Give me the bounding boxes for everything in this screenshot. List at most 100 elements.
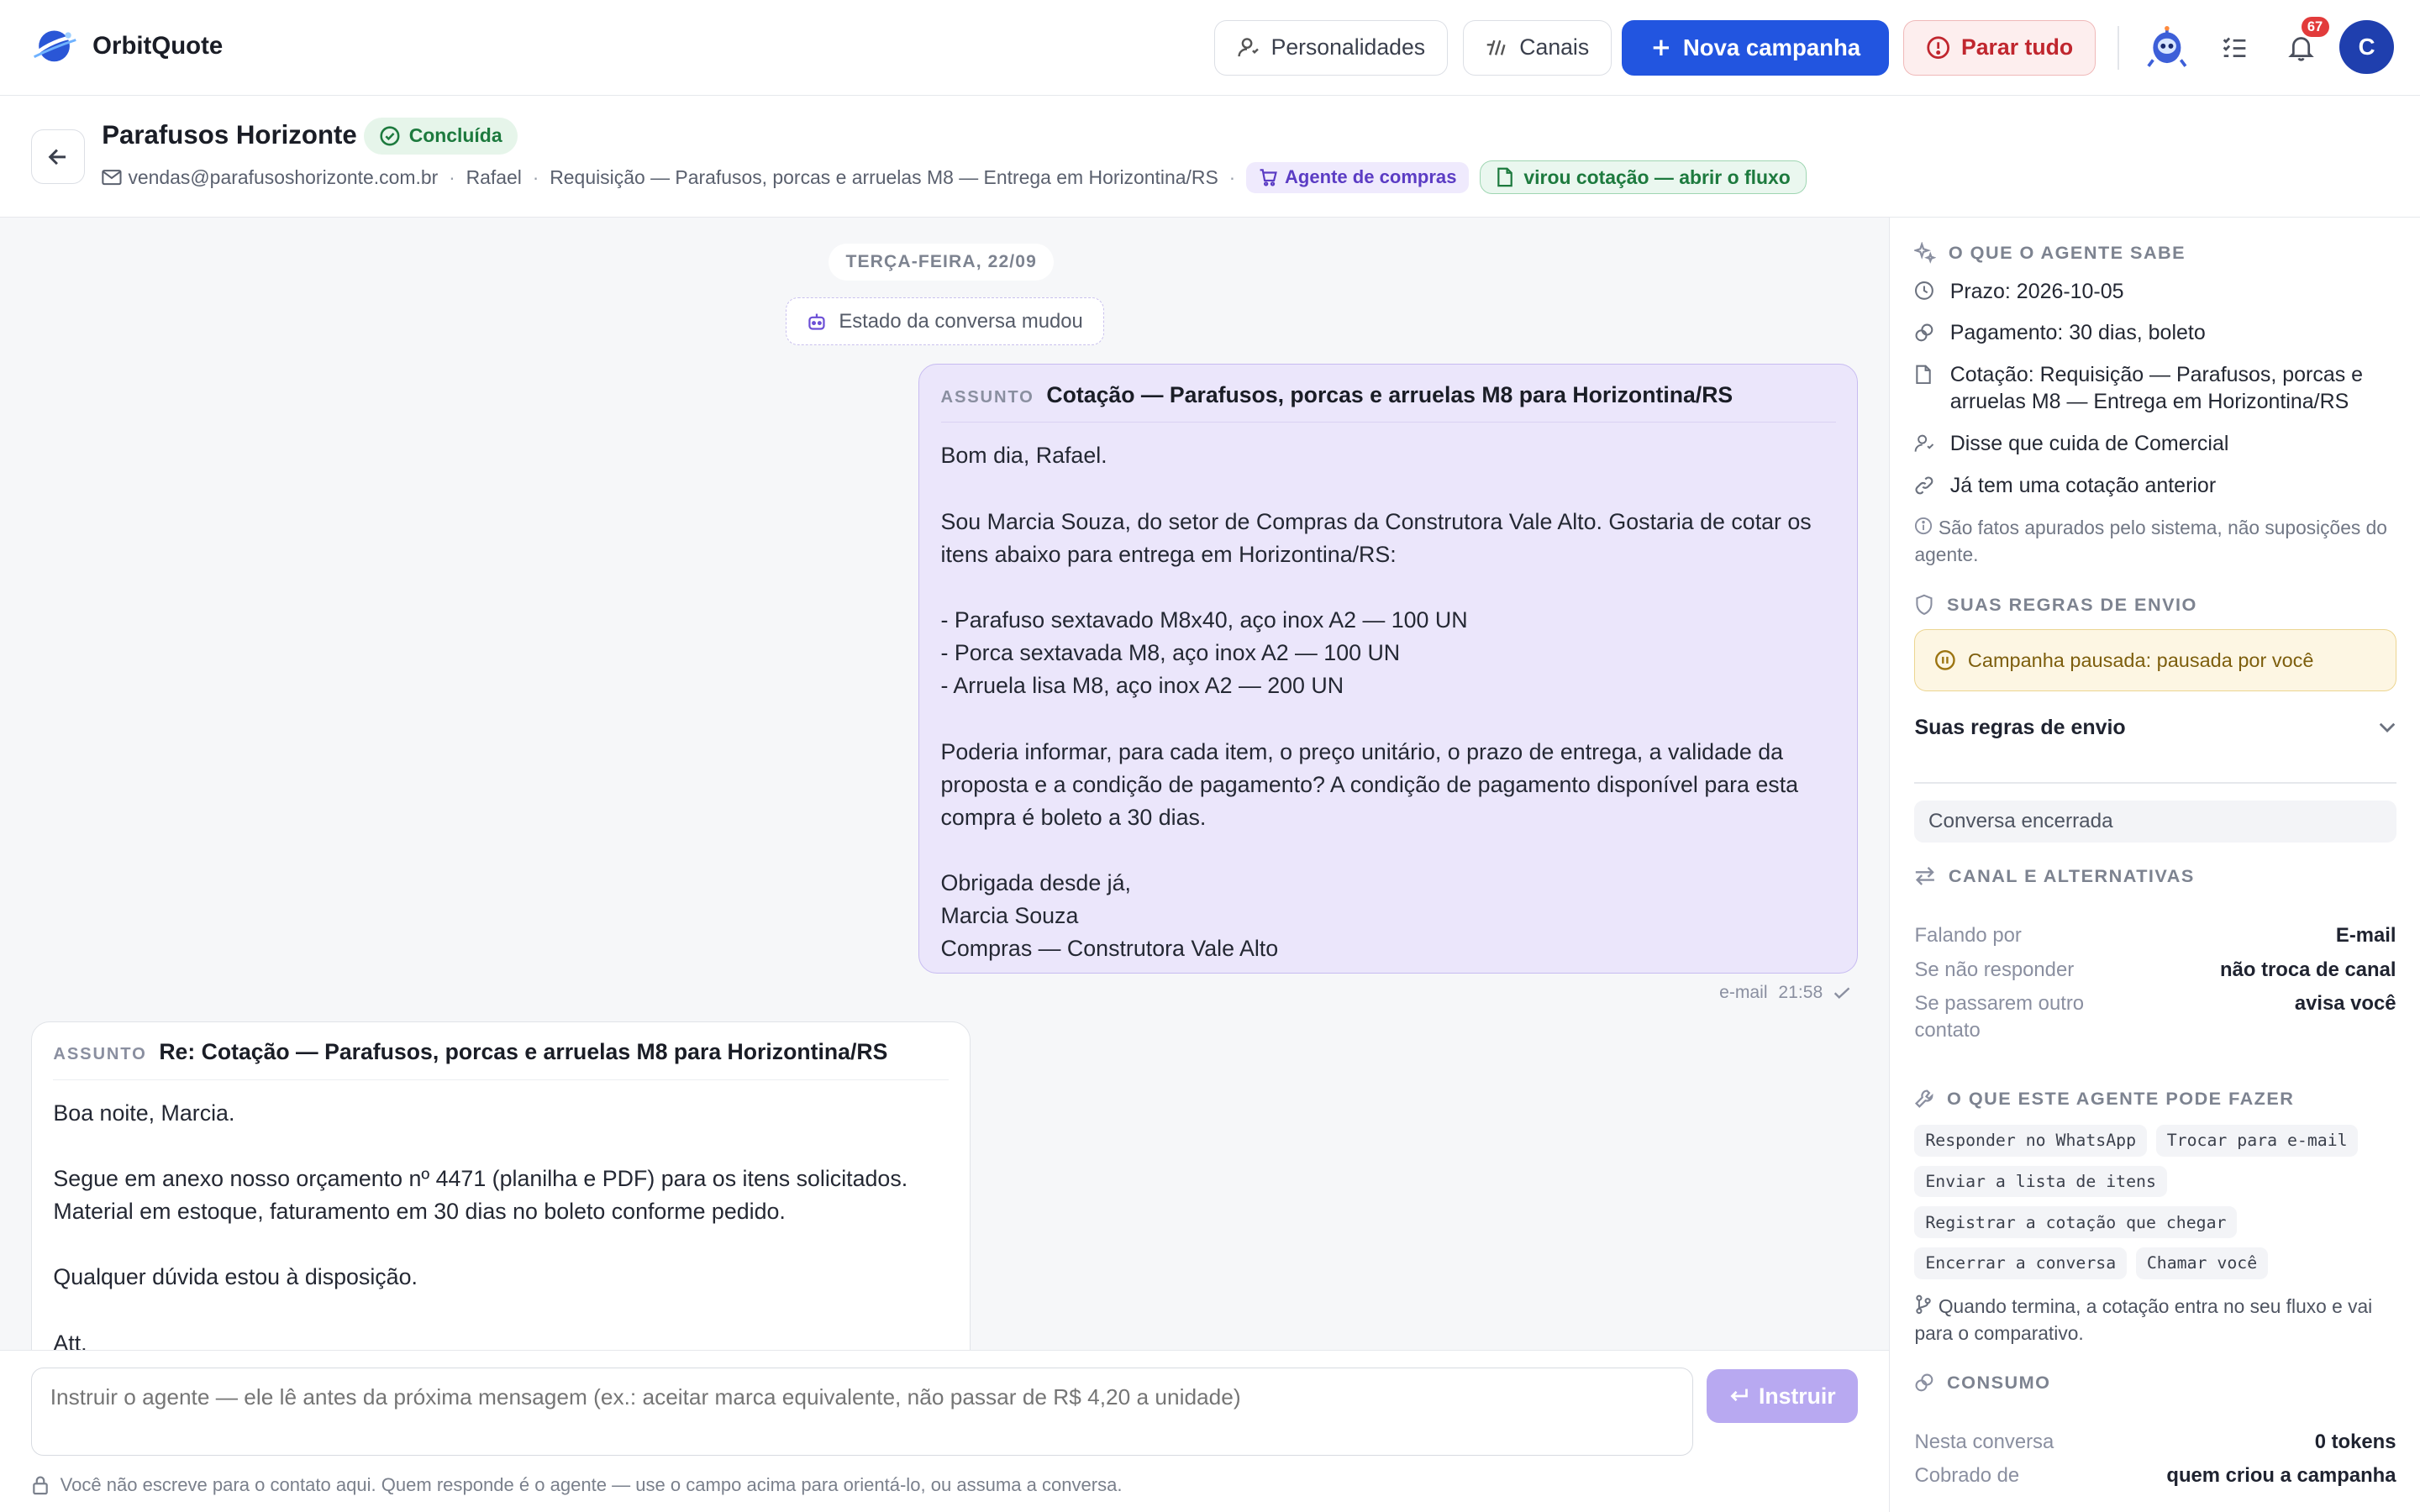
chevron-down-icon: [2379, 723, 2395, 733]
section-consumption-title: CONSUMO: [1947, 1371, 2051, 1393]
message-subject: Cotação — Parafusos, porcas e arruelas M…: [1046, 381, 1733, 407]
message-meta: e-mail 21:58: [1719, 983, 1850, 1003]
toolbar-divider: [2117, 26, 2119, 70]
capability-tag: Chamar você: [2136, 1247, 2269, 1279]
requisition-title: Requisição — Parafusos, porcas e arruela…: [550, 165, 1218, 188]
row-value: quem criou a campanha: [2166, 1464, 2396, 1488]
subject-label: ASSUNTO: [53, 1045, 147, 1064]
section-knows-header: O QUE O AGENTE SABE: [1914, 242, 2186, 265]
status-label: Concluída: [408, 124, 502, 147]
capability-tag: Responder no WhatsApp: [1914, 1124, 2147, 1157]
channels-icon: [1486, 39, 1506, 55]
git-branch-icon: [1916, 1294, 1932, 1315]
mail-icon: [102, 169, 122, 186]
contact-person: Rafael: [466, 165, 522, 188]
sparkles-icon: [1914, 242, 1937, 265]
composer: Instruir Você não escreve para o contato…: [0, 1350, 1890, 1512]
divider: [1914, 782, 2396, 785]
fact-item: Cotação: Requisição — Parafusos, porcas …: [1914, 361, 2396, 415]
date-separator: TERÇA-FEIRA, 22/09: [829, 244, 1055, 281]
agent-badge-label: Agente de compras: [1284, 166, 1457, 188]
state-change-label: Estado da conversa mudou: [839, 309, 1083, 333]
instruct-agent-input[interactable]: [30, 1368, 1693, 1456]
meta-separator: ·: [1228, 165, 1236, 188]
checklist-icon[interactable]: [2213, 26, 2256, 69]
row-key: Se não responder: [1914, 958, 2075, 981]
stop-all-button[interactable]: Parar tudo: [1902, 19, 2096, 76]
contact-name: Parafusos Horizonte: [102, 120, 357, 150]
fact-item: Pagamento: 30 dias, boleto: [1914, 319, 2396, 349]
section-channel-title: CANAL E ALTERNATIVAS: [1948, 865, 2195, 887]
fact-item: Já tem uma cotação anterior: [1914, 472, 2396, 502]
capability-tag: Enviar a lista de itens: [1914, 1165, 2167, 1198]
facts-note-text: São fatos apurados pelo sistema, não sup…: [1914, 516, 2387, 565]
orbit-logo-icon: [33, 30, 76, 62]
fact-item: Prazo: 2026-10-05: [1914, 278, 2396, 308]
enter-icon: [1730, 1389, 1748, 1402]
user-icon: [1238, 38, 1259, 57]
app-name: OrbitQuote: [92, 32, 224, 60]
facts-note: São fatos apurados pelo sistema, não sup…: [1914, 514, 2396, 568]
personalities-label: Personalidades: [1270, 34, 1426, 60]
personalities-button[interactable]: Personalidades: [1214, 19, 1448, 76]
row-key: Falando por: [1914, 924, 2022, 948]
meta-separator: ·: [532, 165, 539, 188]
instruct-button[interactable]: Instruir: [1707, 1369, 1859, 1424]
contact-email[interactable]: vendas@parafusoshorizonte.com.br: [128, 166, 438, 189]
capability-tag: Encerrar a conversa: [1914, 1247, 2127, 1279]
clock-icon: [1915, 281, 1934, 301]
row-key: Nesta conversa: [1914, 1430, 2054, 1453]
back-button[interactable]: [30, 129, 85, 184]
new-campaign-button[interactable]: Nova campanha: [1622, 19, 1890, 76]
row-value: 0 tokens: [2314, 1430, 2396, 1453]
agent-side-panel: O QUE O AGENTE SABE Prazo: 2026-10-05 Pa…: [1889, 217, 2420, 1512]
instruct-label: Instruir: [1758, 1383, 1836, 1409]
fact-text: Cotação: Requisição — Parafusos, porcas …: [1949, 362, 2364, 413]
row-key: Cobrado de: [1914, 1464, 2020, 1488]
info-icon: [1915, 517, 1933, 535]
section-channel-header: CANAL E ALTERNATIVAS: [1914, 865, 2194, 887]
subject-label: ASSUNTO: [940, 387, 1034, 407]
open-flow-label: virou cotação — abrir o fluxo: [1523, 165, 1791, 188]
new-campaign-label: Nova campanha: [1682, 34, 1861, 60]
meta-separator: ·: [449, 165, 455, 188]
section-consumption-header: CONSUMO: [1914, 1372, 2050, 1394]
wrench-icon: [1915, 1089, 1933, 1108]
section-can-do-title: O QUE ESTE AGENTE PODE FAZER: [1947, 1087, 2295, 1109]
composer-hint-text: Você não escreve para o contato aqui. Qu…: [60, 1474, 1123, 1496]
conversation-thread[interactable]: TERÇA-FEIRA, 22/09 Estado da conversa mu…: [0, 218, 1889, 1351]
coins-icon: [1916, 1373, 1933, 1392]
section-rules-title: SUAS REGRAS DE ENVIO: [1947, 594, 2197, 616]
check-icon: [1833, 987, 1850, 999]
fact-text: Prazo: 2026-10-05: [1949, 279, 2124, 303]
consumption-row: Nesta conversa 0 tokens: [1914, 1429, 2396, 1456]
capability-tag: Registrar a cotação que chegar: [1914, 1206, 2238, 1239]
bot-icon: [808, 313, 825, 330]
channels-button[interactable]: Canais: [1463, 19, 1612, 76]
composer-hint: Você não escreve para o contato aqui. Qu…: [31, 1474, 1123, 1496]
rules-toggle-label: Suas regras de envio: [1914, 716, 2126, 740]
arrow-left-icon: [48, 149, 66, 165]
notifications-bell-icon[interactable]: 67: [2280, 17, 2329, 69]
conversation-header: Parafusos Horizonte Concluída vendas@par…: [0, 95, 2420, 218]
agent-badge: Agente de compras: [1246, 161, 1470, 193]
message-time: 21:58: [1778, 982, 1823, 1002]
capabilities-list: Responder no WhatsApp Trocar para e-mail…: [1914, 1124, 2402, 1279]
brand[interactable]: OrbitQuote: [31, 26, 223, 66]
section-rules-header: SUAS REGRAS DE ENVIO: [1914, 594, 2196, 616]
conversation-closed-chip: Conversa encerrada: [1914, 801, 2396, 843]
consumption-row: Cobrado de quem criou a campanha: [1914, 1462, 2396, 1489]
campaign-paused-banner: Campanha pausada: pausada por você: [1914, 629, 2396, 691]
open-flow-link[interactable]: virou cotação — abrir o fluxo: [1479, 160, 1807, 195]
flow-note: Quando termina, a cotação entra no seu f…: [1914, 1293, 2396, 1347]
robot-assistant-icon[interactable]: [2145, 26, 2188, 69]
rules-accordion-toggle[interactable]: Suas regras de envio: [1914, 716, 2396, 740]
user-check-icon: [1915, 434, 1934, 452]
channels-label: Canais: [1519, 34, 1590, 60]
flow-note-text: Quando termina, a cotação entra no seu f…: [1914, 1295, 2373, 1345]
payment-icon: [1916, 323, 1933, 342]
user-avatar[interactable]: C: [2339, 19, 2394, 75]
fact-item: Disse que cuida de Comercial: [1914, 430, 2396, 460]
message-subject-row: ASSUNTO Re: Cotação — Parafusos, porcas …: [53, 1022, 949, 1080]
document-icon: [1497, 167, 1513, 187]
